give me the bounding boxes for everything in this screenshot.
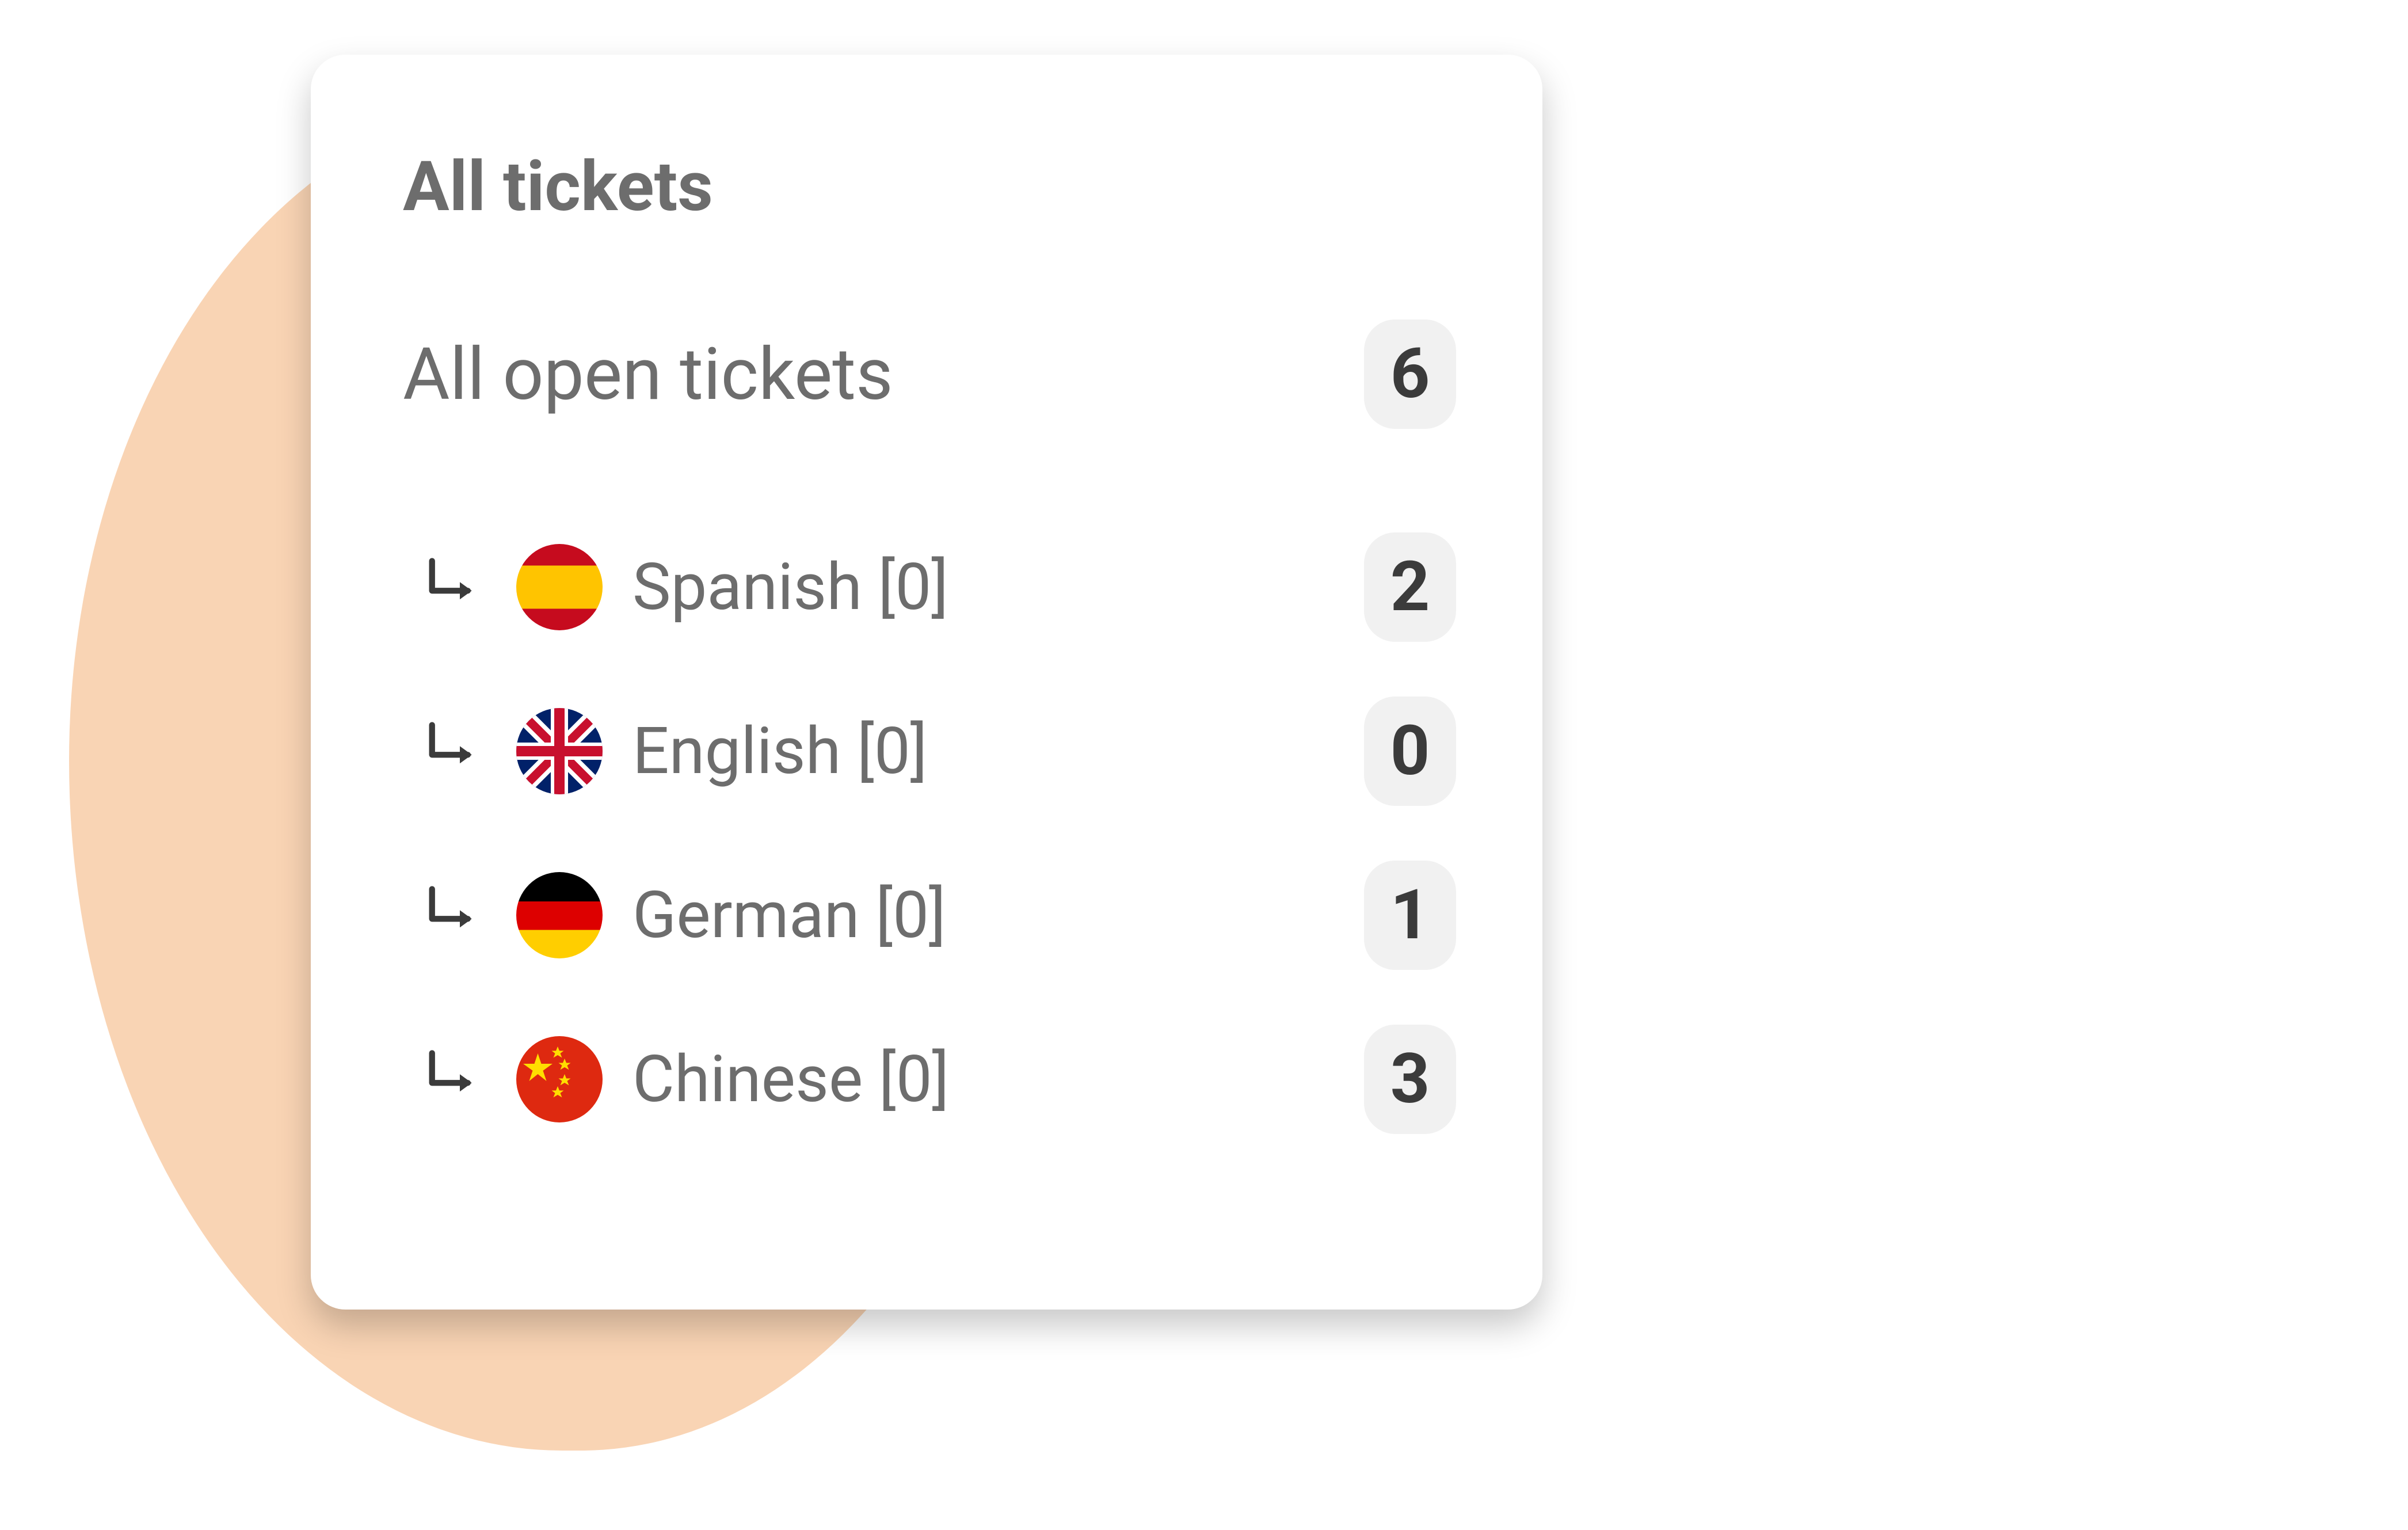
- card-title: All tickets: [403, 147, 1456, 227]
- language-row-german[interactable]: German [0] 3 1: [403, 861, 1456, 970]
- summary-row-all-open[interactable]: All open tickets 6: [403, 319, 1456, 429]
- language-row-spanish[interactable]: Spanish [0] 2: [403, 532, 1456, 642]
- language-count-badge: 3: [1364, 1025, 1456, 1134]
- language-label: Chinese [0]: [633, 1042, 949, 1117]
- flag-germany-icon: [516, 872, 603, 958]
- language-count-badge: 0: [1364, 697, 1456, 806]
- language-count-badge: 1: [1364, 861, 1456, 970]
- language-row-english[interactable]: English [0] 0: [403, 697, 1456, 806]
- tickets-card: All tickets All open tickets 6: [311, 55, 1542, 1310]
- summary-count-badge: 6: [1364, 319, 1456, 429]
- language-row-chinese[interactable]: Chinese [0] 3: [403, 1025, 1456, 1134]
- flag-uk-icon: [516, 708, 603, 794]
- language-label: Spanish [0]: [633, 550, 948, 625]
- child-arrow-icon: [420, 554, 486, 621]
- flag-spain-icon: [516, 544, 603, 630]
- summary-label: All open tickets: [403, 332, 893, 417]
- child-arrow-icon: [420, 882, 486, 949]
- child-arrow-icon: [420, 1046, 486, 1113]
- language-label: English [0]: [633, 714, 927, 789]
- language-list: Spanish [0] 2: [403, 532, 1456, 1134]
- language-count-badge: 2: [1364, 532, 1456, 642]
- language-label: German [0]: [633, 878, 946, 953]
- flag-china-icon: [516, 1036, 603, 1122]
- child-arrow-icon: [420, 718, 486, 785]
